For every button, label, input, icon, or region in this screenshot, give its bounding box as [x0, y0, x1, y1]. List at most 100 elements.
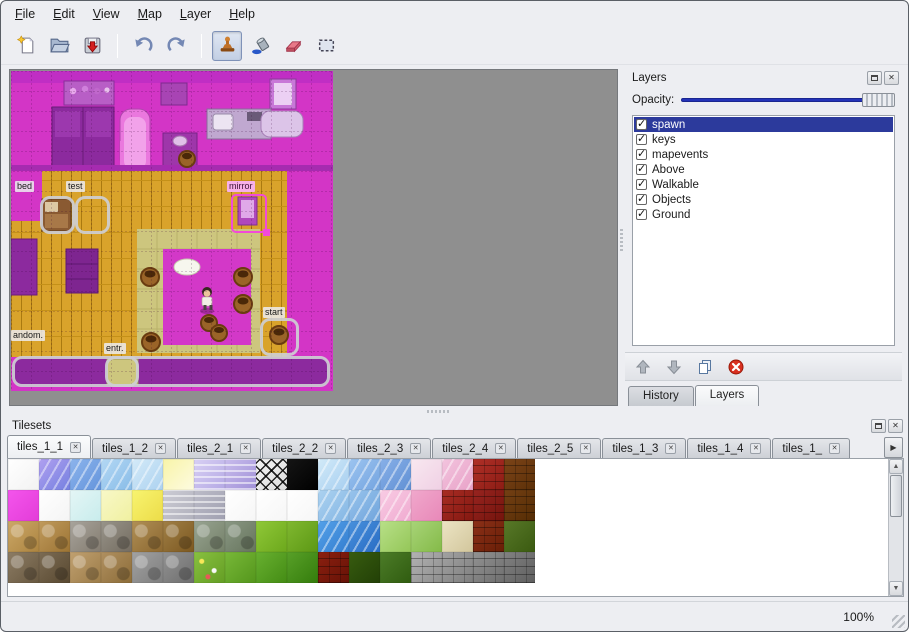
tile[interactable]: [101, 552, 132, 583]
delete-layer-button[interactable]: [723, 355, 749, 379]
scroll-up-button[interactable]: ▲: [889, 459, 903, 474]
panel-tab-history[interactable]: History: [628, 386, 694, 406]
tile[interactable]: [349, 490, 380, 521]
tab-close-icon[interactable]: ✕: [325, 443, 336, 454]
tileset-content[interactable]: ▲ ▼: [7, 458, 904, 597]
panel-tab-layers[interactable]: Layers: [695, 385, 760, 406]
tile[interactable]: [163, 552, 194, 583]
tile[interactable]: [163, 490, 194, 521]
layer-row-walkable[interactable]: Walkable: [634, 177, 893, 192]
tile[interactable]: [132, 459, 163, 490]
tile[interactable]: [256, 490, 287, 521]
tileset-tab-tiles_2_4[interactable]: tiles_2_4✕: [432, 438, 516, 458]
tile[interactable]: [504, 459, 535, 490]
tile[interactable]: [287, 521, 318, 552]
open-file-button[interactable]: [44, 31, 74, 61]
tab-close-icon[interactable]: ✕: [665, 443, 676, 454]
scroll-down-button[interactable]: ▼: [889, 581, 903, 596]
opacity-slider-handle[interactable]: [862, 93, 895, 107]
layer-row-spawn[interactable]: spawn: [634, 117, 893, 132]
layer-visibility-checkbox[interactable]: [636, 164, 647, 175]
tile[interactable]: [194, 521, 225, 552]
tile[interactable]: [287, 490, 318, 521]
tileset-tab-tiles_1_3[interactable]: tiles_1_3✕: [602, 438, 686, 458]
menu-edit[interactable]: Edit: [45, 4, 83, 24]
tile[interactable]: [8, 459, 39, 490]
tile[interactable]: [163, 521, 194, 552]
redo-button[interactable]: [161, 31, 191, 61]
tile[interactable]: [194, 552, 225, 583]
tile[interactable]: [225, 490, 256, 521]
tile[interactable]: [380, 521, 411, 552]
tile[interactable]: [194, 459, 225, 490]
tile[interactable]: [70, 552, 101, 583]
tile[interactable]: [380, 459, 411, 490]
tab-close-icon[interactable]: ✕: [410, 443, 421, 454]
rect-select-button[interactable]: [311, 31, 341, 61]
tile[interactable]: [504, 521, 535, 552]
tab-close-icon[interactable]: ✕: [829, 443, 840, 454]
tab-close-icon[interactable]: ✕: [70, 442, 81, 453]
tab-close-icon[interactable]: ✕: [580, 443, 591, 454]
resize-grip[interactable]: [892, 615, 905, 628]
tile[interactable]: [349, 552, 380, 583]
eraser-button[interactable]: [278, 31, 308, 61]
layer-visibility-checkbox[interactable]: [636, 179, 647, 190]
layer-row-mapevents[interactable]: mapevents: [634, 147, 893, 162]
tile[interactable]: [225, 459, 256, 490]
tileset-tab-tiles_2_3[interactable]: tiles_2_3✕: [347, 438, 431, 458]
tile[interactable]: [163, 459, 194, 490]
tile[interactable]: [473, 552, 504, 583]
scrollbar-thumb[interactable]: [890, 475, 902, 517]
tile[interactable]: [473, 521, 504, 552]
menu-layer[interactable]: Layer: [172, 4, 219, 24]
tile[interactable]: [318, 521, 349, 552]
tab-close-icon[interactable]: ✕: [155, 443, 166, 454]
tile[interactable]: [287, 552, 318, 583]
layer-visibility-checkbox[interactable]: [636, 209, 647, 220]
duplicate-layer-button[interactable]: [692, 355, 718, 379]
menu-file[interactable]: File: [7, 4, 43, 24]
tile[interactable]: [442, 552, 473, 583]
tile[interactable]: [8, 521, 39, 552]
tile[interactable]: [225, 552, 256, 583]
map-object-start[interactable]: [260, 318, 299, 356]
tile[interactable]: [318, 490, 349, 521]
tab-close-icon[interactable]: ✕: [240, 443, 251, 454]
tileset-tab-tiles_2_1[interactable]: tiles_2_1✕: [177, 438, 261, 458]
tilesets-float-button[interactable]: [871, 419, 886, 433]
menu-view[interactable]: View: [85, 4, 128, 24]
map-object-mirror[interactable]: [231, 194, 267, 233]
tile[interactable]: [504, 552, 535, 583]
opacity-slider[interactable]: [681, 92, 895, 108]
layers-float-button[interactable]: [867, 71, 882, 85]
layer-row-objects[interactable]: Objects: [634, 192, 893, 207]
menu-help[interactable]: Help: [221, 4, 263, 24]
tile[interactable]: [39, 490, 70, 521]
map-object-bed[interactable]: [40, 196, 75, 234]
layer-row-keys[interactable]: keys: [634, 132, 893, 147]
tile[interactable]: [411, 521, 442, 552]
tile[interactable]: [473, 459, 504, 490]
tile[interactable]: [411, 490, 442, 521]
tile[interactable]: [442, 490, 473, 521]
tile[interactable]: [349, 459, 380, 490]
tile[interactable]: [256, 552, 287, 583]
bucket-fill-button[interactable]: [245, 31, 275, 61]
tileset-scrollbar[interactable]: ▲ ▼: [888, 459, 903, 596]
tile[interactable]: [132, 521, 163, 552]
tile[interactable]: [318, 459, 349, 490]
tile[interactable]: [101, 490, 132, 521]
tile[interactable]: [70, 521, 101, 552]
tile[interactable]: [225, 521, 256, 552]
tileset-tab-tiles_1_2[interactable]: tiles_1_2✕: [92, 438, 176, 458]
layer-visibility-checkbox[interactable]: [636, 134, 647, 145]
tileset-tab-tiles_1_4[interactable]: tiles_1_4✕: [687, 438, 771, 458]
tile[interactable]: [8, 490, 39, 521]
layers-close-button[interactable]: ✕: [884, 71, 899, 85]
layer-row-above[interactable]: Above: [634, 162, 893, 177]
tile[interactable]: [256, 459, 287, 490]
map-object-test[interactable]: [75, 196, 110, 234]
tab-scroll-right-button[interactable]: ▶: [884, 437, 903, 458]
layer-visibility-checkbox[interactable]: [636, 149, 647, 160]
